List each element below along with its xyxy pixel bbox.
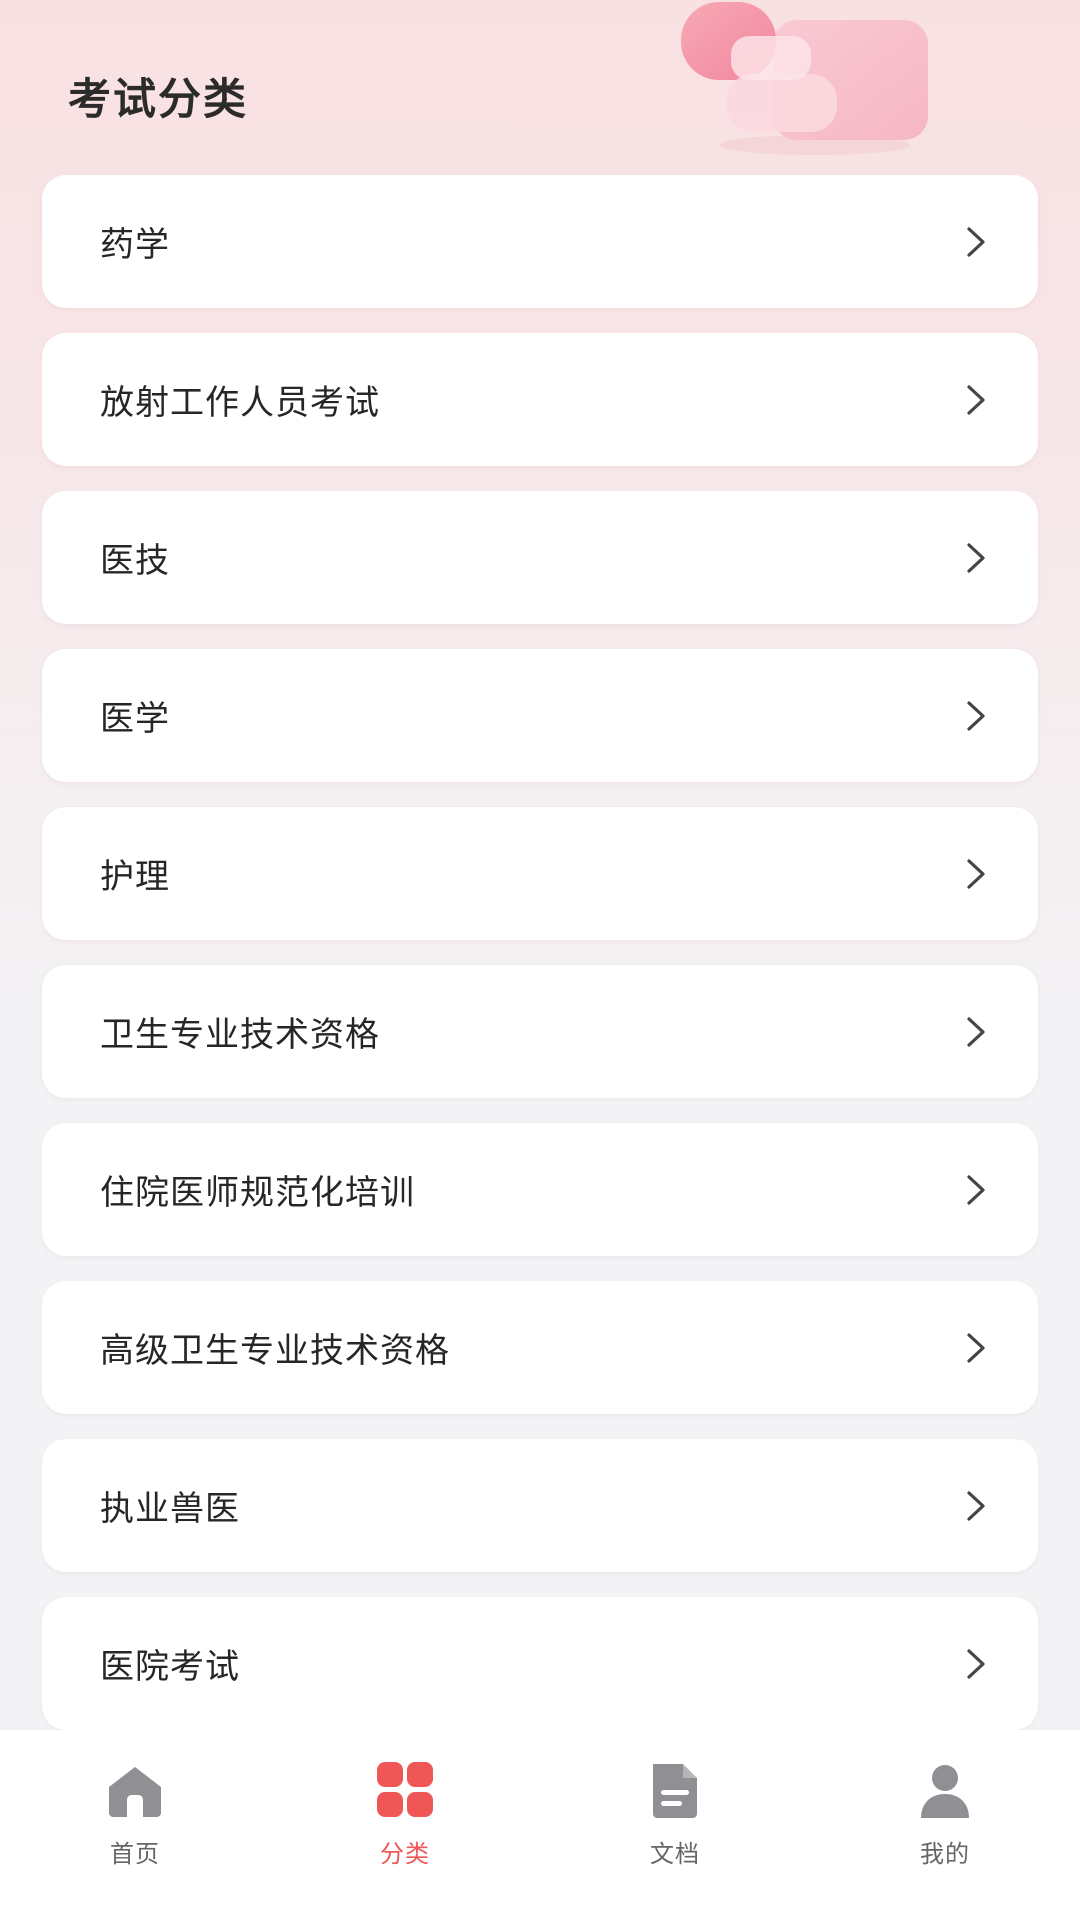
tab-label: 文档 [650,1840,700,1868]
category-item[interactable]: 住院医师规范化培训 [42,1123,1038,1256]
tab-mine[interactable]: 我的 [810,1730,1080,1920]
document-icon [643,1760,707,1820]
category-screen: 考试分类 药学放射工作人员考试 医技医学护理卫生专业技术资格 住院医师规范化培训 高级… [0,0,1080,1920]
user-icon [913,1760,977,1820]
chevron-right-icon [962,541,990,575]
chevron-right-icon [962,1489,990,1523]
tab-category[interactable]: 分类 [270,1730,540,1920]
hero-decoration-graphic [681,2,928,155]
chevron-right-icon [962,1331,990,1365]
tab-documents[interactable]: 文档 [540,1730,810,1920]
chevron-right-icon [962,1173,990,1207]
chevron-right-icon [962,1647,990,1681]
category-label: 高级卫生专业技术资格 [100,1331,450,1371]
category-label: 卫生专业技术资格 [100,1015,380,1055]
category-item[interactable]: 执业兽医 [42,1439,1038,1572]
category-item[interactable]: 护理 [42,807,1038,940]
category-item[interactable]: 高级卫生专业技术资格 [42,1281,1038,1414]
chevron-right-icon [962,857,990,891]
category-item[interactable]: 放射工作人员考试 [42,333,1038,466]
category-list: 药学放射工作人员考试 医技医学护理卫生专业技术资格 住院医师规范化培训 高级卫生专业技… [42,175,1038,1755]
category-grid-icon [373,1760,437,1820]
page-title: 考试分类 [68,75,248,125]
category-label: 执业兽医 [100,1489,240,1529]
bottom-tab-bar: 首页 分类 文档 我的 [0,1730,1080,1920]
chevron-right-icon [962,383,990,417]
tab-home[interactable]: 首页 [0,1730,270,1920]
category-item[interactable]: 医院考试 [42,1597,1038,1730]
tab-label: 分类 [380,1840,430,1868]
chevron-right-icon [962,225,990,259]
chevron-right-icon [962,1015,990,1049]
category-item[interactable]: 医技 [42,491,1038,624]
category-label: 护理 [100,857,170,897]
category-item[interactable]: 医学 [42,649,1038,782]
home-icon [103,1760,167,1820]
category-item[interactable]: 药学 [42,175,1038,308]
tab-label: 首页 [110,1840,160,1868]
category-label: 放射工作人员考试 [100,383,380,423]
category-label: 医技 [100,541,170,581]
category-item[interactable]: 卫生专业技术资格 [42,965,1038,1098]
category-label: 药学 [100,225,170,265]
chevron-right-icon [962,699,990,733]
category-label: 医院考试 [100,1647,240,1687]
category-label: 住院医师规范化培训 [100,1173,415,1213]
tab-label: 我的 [920,1840,970,1868]
category-label: 医学 [100,699,170,739]
